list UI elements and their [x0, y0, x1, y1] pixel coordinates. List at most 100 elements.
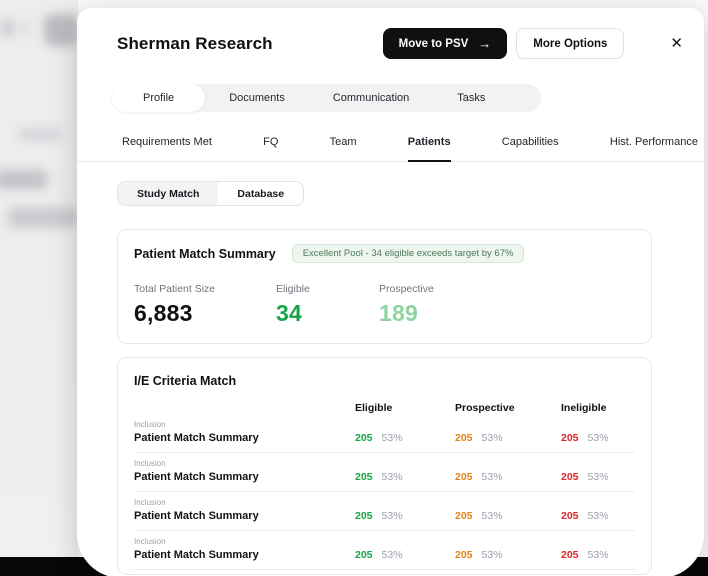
ineligible-pct: 53% [587, 471, 609, 483]
ineligible-value: 205 [561, 549, 579, 561]
prospective-pct: 53% [481, 432, 503, 444]
blurred-background-shape [1, 20, 14, 36]
ineligible-pct: 53% [587, 510, 609, 522]
more-options-button[interactable]: More Options [516, 28, 625, 59]
column-spacer [134, 402, 355, 414]
excellent-pool-badge: Excellent Pool - 34 eligible exceeds tar… [291, 244, 525, 263]
prospective-value: 205 [455, 510, 473, 522]
page-title: Sherman Research [117, 33, 273, 53]
criteria-name: Patient Match Summary [134, 549, 259, 561]
tab-tasks[interactable]: Tasks [433, 84, 509, 112]
move-to-psv-label: Move to PSV [398, 37, 469, 50]
prospective-cell: 205 53% [455, 432, 561, 444]
stat-prospective: Prospective 189 [379, 283, 434, 327]
prospective-cell: 205 53% [455, 471, 561, 483]
stat-value: 34 [276, 300, 302, 326]
subtab-hist-performance[interactable]: Hist. Performance [610, 136, 698, 162]
eligible-cell: 205 53% [355, 471, 455, 483]
toggle-database[interactable]: Database [218, 182, 303, 205]
header-actions: Move to PSV → More Options ✕ [382, 28, 684, 59]
site-detail-modal: Sherman Research Move to PSV → More Opti… [77, 8, 704, 576]
stat-value: 189 [379, 300, 418, 326]
tab-documents[interactable]: Documents [205, 84, 309, 112]
criteria-category: Inclusion [134, 498, 166, 507]
criteria-name: Patient Match Summary [134, 432, 259, 444]
column-header-prospective: Prospective [455, 402, 515, 414]
ie-criteria-match-card: I/E Criteria Match Eligible Prospective … [117, 357, 652, 575]
prospective-cell: 205 53% [455, 549, 561, 561]
column-header-ineligible: Ineligible [561, 402, 607, 414]
criteria-row: Inclusion Patient Match Summary 205 53% … [134, 570, 635, 574]
eligible-pct: 53% [381, 432, 403, 444]
subtab-requirements-met[interactable]: Requirements Met [122, 136, 212, 162]
eligible-cell: 205 53% [355, 549, 455, 561]
subtab-patients[interactable]: Patients [407, 136, 451, 162]
move-to-psv-button[interactable]: Move to PSV → [382, 28, 508, 59]
criteria-name: Patient Match Summary [134, 510, 259, 522]
blurred-background-shape [0, 170, 48, 189]
ineligible-cell: 205 53% [561, 510, 635, 522]
criteria-row-label: Inclusion Patient Match Summary [134, 537, 355, 561]
ineligible-pct: 53% [587, 432, 609, 444]
criteria-card-title: I/E Criteria Match [134, 374, 237, 388]
blurred-background-shape [18, 128, 62, 141]
criteria-row: Inclusion Patient Match Summary 205 53% … [134, 453, 635, 492]
main-tab-bar: Profile Documents Communication Tasks [112, 84, 542, 112]
eligible-cell: 205 53% [355, 432, 455, 444]
profile-sub-tab-bar: Requirements Met FQ Team Patients Capabi… [77, 136, 704, 162]
patients-panel: Study Match Database Patient Match Summa… [77, 162, 704, 575]
prospective-value: 205 [455, 549, 473, 561]
eligible-pct: 53% [381, 510, 403, 522]
summary-stats: Total Patient Size 6,883 Eligible 34 Pro… [134, 283, 635, 327]
stat-value: 6,883 [134, 300, 193, 326]
stat-label: Eligible [276, 283, 310, 295]
subtab-capabilities[interactable]: Capabilities [502, 136, 559, 162]
column-header-eligible: Eligible [355, 402, 393, 414]
blurred-background-shape [17, 22, 31, 34]
blurred-background-shape [8, 207, 78, 228]
close-icon[interactable]: ✕ [670, 36, 683, 51]
ineligible-cell: 205 53% [561, 432, 635, 444]
patient-match-summary-card: Patient Match Summary Excellent Pool - 3… [117, 229, 652, 344]
study-match-database-toggle: Study Match Database [117, 181, 305, 206]
eligible-pct: 53% [381, 471, 403, 483]
tab-profile[interactable]: Profile [112, 84, 206, 112]
criteria-category: Inclusion [134, 420, 166, 429]
prospective-pct: 53% [481, 510, 503, 522]
toggle-study-match[interactable]: Study Match [118, 182, 219, 205]
criteria-table-header: Eligible Prospective Ineligible [134, 402, 635, 414]
background-page [0, 0, 78, 576]
prospective-value: 205 [455, 432, 473, 444]
criteria-category: Inclusion [134, 459, 166, 468]
ineligible-value: 205 [561, 432, 579, 444]
eligible-value: 205 [355, 549, 373, 561]
prospective-value: 205 [455, 471, 473, 483]
prospective-pct: 53% [481, 471, 503, 483]
criteria-row: Inclusion Patient Match Summary 205 53% … [134, 492, 635, 531]
stat-label: Prospective [379, 283, 434, 295]
ineligible-value: 205 [561, 510, 579, 522]
eligible-value: 205 [355, 510, 373, 522]
eligible-cell: 205 53% [355, 510, 455, 522]
eligible-value: 205 [355, 432, 373, 444]
tab-communication[interactable]: Communication [309, 84, 433, 112]
criteria-row: Inclusion Patient Match Summary 205 53% … [134, 531, 635, 570]
criteria-table-body: Inclusion Patient Match Summary 205 53% … [134, 414, 635, 574]
criteria-row: Inclusion Patient Match Summary 205 53% … [134, 414, 635, 453]
stat-label: Total Patient Size [134, 283, 216, 295]
prospective-cell: 205 53% [455, 510, 561, 522]
ineligible-cell: 205 53% [561, 471, 635, 483]
modal-header: Sherman Research Move to PSV → More Opti… [77, 8, 704, 59]
criteria-row-label: Inclusion Patient Match Summary [134, 420, 355, 444]
subtab-team[interactable]: Team [330, 136, 357, 162]
ineligible-cell: 205 53% [561, 549, 635, 561]
eligible-pct: 53% [381, 549, 403, 561]
blurred-background-shape [44, 14, 78, 46]
eligible-value: 205 [355, 471, 373, 483]
ineligible-value: 205 [561, 471, 579, 483]
criteria-category: Inclusion [134, 537, 166, 546]
subtab-fq[interactable]: FQ [263, 136, 278, 162]
ineligible-pct: 53% [587, 549, 609, 561]
criteria-row-label: Inclusion Patient Match Summary [134, 498, 355, 522]
prospective-pct: 53% [481, 549, 503, 561]
